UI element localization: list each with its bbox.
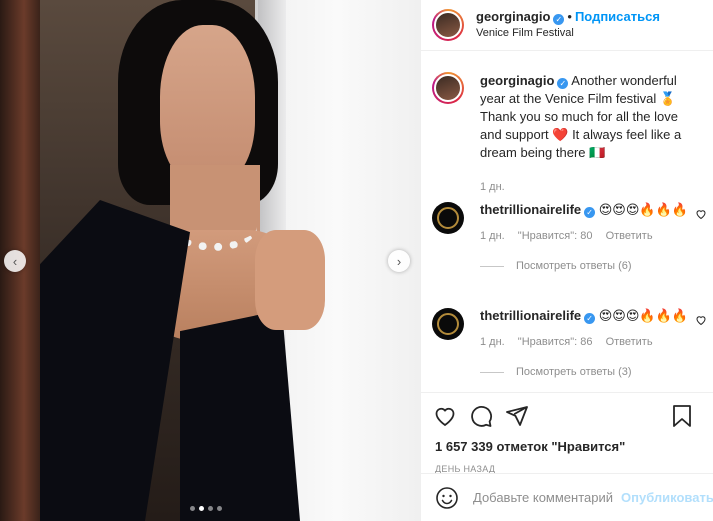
post-actions: 1 657 339 отметок "Нравится" ДЕНЬ НАЗАД [421,392,713,474]
post-side-panel: georginagio ✓ • Подписаться Venice Film Fes… [420,0,713,521]
verified-icon: ✓ [553,14,565,25]
avatar[interactable] [432,308,464,340]
view-replies-button[interactable]: Посмотреть ответы (6) [480,260,707,272]
post-header: georginagio ✓ • Подписаться Venice Film Fes… [421,0,713,51]
caption-time[interactable]: 1 дн. [480,178,702,196]
carousel-prev-button[interactable]: ‹ [4,250,26,272]
comment-username[interactable]: thetrillionairelife [480,308,581,323]
location-link[interactable]: Venice Film Festival [476,25,660,41]
caption-username[interactable]: georginagio [480,73,554,88]
carousel-dot-active [199,506,204,511]
comment-username[interactable]: thetrillionairelife [480,202,581,217]
separator-dot: • [567,9,572,24]
comments-list[interactable]: georginagio ✓ Another wonderful year at t… [421,50,713,392]
avatar[interactable] [432,202,464,234]
follow-button[interactable]: Подписаться [575,9,660,24]
divider [480,371,504,373]
carousel-dots [190,506,222,511]
avatar[interactable] [432,72,464,104]
like-heart-icon[interactable] [432,403,458,429]
verified-icon: ✓ [557,78,569,89]
likes-count[interactable]: 1 657 339 отметок "Нравится" [421,439,713,454]
reply-button[interactable]: Ответить [606,336,653,348]
verified-icon: ✓ [584,313,596,324]
avatar[interactable] [432,9,464,41]
view-replies-label: Посмотреть ответы (3) [516,366,632,378]
like-comment-icon[interactable] [695,314,707,329]
comment-item: thetrillionairelife ✓ 😍😍😍🔥🔥🔥 1 дн. "Нрави… [432,202,707,272]
comment-time[interactable]: 1 дн. [480,230,505,242]
add-comment-bar: Опубликовать [421,473,713,521]
comment-text: 😍😍😍🔥🔥🔥 [595,308,688,323]
publish-button[interactable]: Опубликовать [621,490,713,505]
emoji-icon[interactable] [435,486,459,510]
comment-bubble-icon[interactable] [468,403,494,429]
comment-time[interactable]: 1 дн. [480,336,505,348]
view-replies-label: Посмотреть ответы (6) [516,260,632,272]
comment-text: 😍😍😍🔥🔥🔥 [595,202,688,217]
reply-button[interactable]: Ответить [606,230,653,242]
caption: georginagio ✓ Another wonderful year at t… [432,72,702,196]
comment-item: thetrillionairelife ✓ 😍😍😍🔥🔥🔥 1 дн. "Нрави… [432,308,707,378]
comment-input[interactable] [471,489,615,506]
like-comment-icon[interactable] [695,208,707,223]
carousel-dot [217,506,222,511]
verified-icon: ✓ [584,207,596,218]
carousel-dot [208,506,213,511]
bookmark-icon[interactable] [669,403,695,429]
carousel-dot [190,506,195,511]
comment-likes[interactable]: "Нравится": 86 [518,336,593,348]
post-photo[interactable]: ‹ › [0,0,420,521]
view-replies-button[interactable]: Посмотреть ответы (3) [480,366,707,378]
header-username[interactable]: georginagio [476,9,550,24]
carousel-next-button[interactable]: › [388,250,410,272]
share-paper-plane-icon[interactable] [504,403,530,429]
comment-likes[interactable]: "Нравится": 80 [518,230,593,242]
divider [480,265,504,267]
